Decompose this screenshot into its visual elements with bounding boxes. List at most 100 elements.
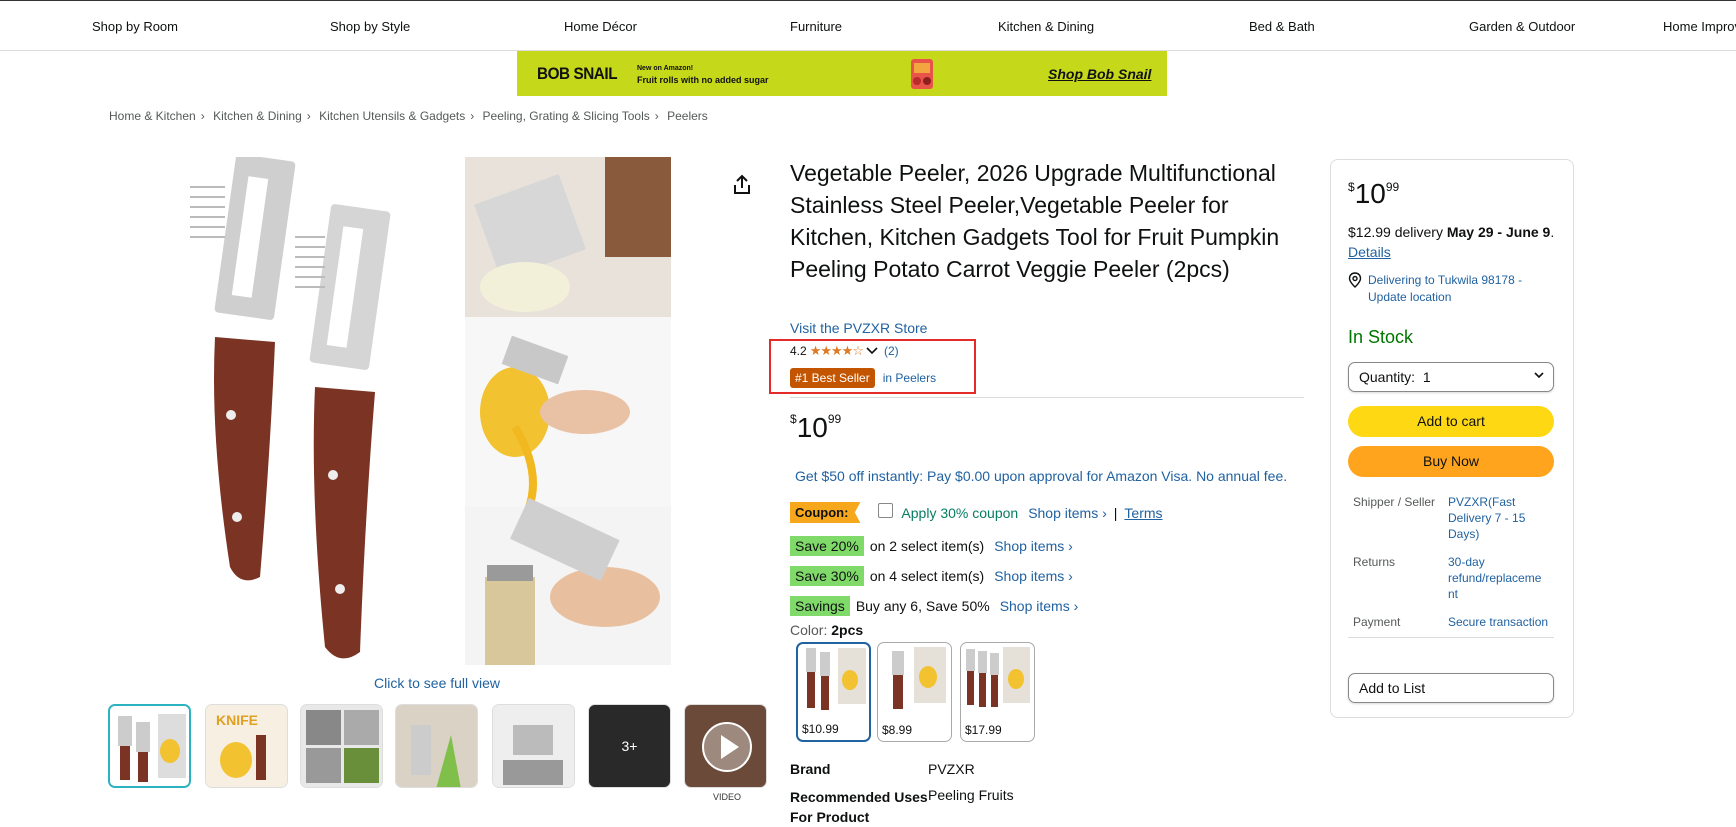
delivery-details-link[interactable]: Details xyxy=(1348,244,1391,260)
breadcrumb-utensils[interactable]: Kitchen Utensils & Gadgets xyxy=(319,109,465,123)
stock-status: In Stock xyxy=(1348,327,1414,347)
shipper-value-link[interactable]: PVZXR(Fast Delivery 7 - 15 Days) xyxy=(1448,494,1553,542)
nav-bed-bath[interactable]: Bed & Bath xyxy=(1249,19,1315,34)
more-images-overlay[interactable]: 3+ xyxy=(589,705,670,787)
nav-shop-by-style[interactable]: Shop by Style xyxy=(330,19,410,34)
breadcrumb: Home & Kitchen › Kitchen & Dining › Kitche… xyxy=(109,109,708,123)
price-whole: 10 xyxy=(796,412,828,443)
coupon-checkbox[interactable] xyxy=(878,503,894,518)
banner-brand-logo: BOB SNAIL xyxy=(537,64,618,83)
video-thumbnail-image xyxy=(685,705,766,787)
savings-shop-items-link[interactable]: Shop items › xyxy=(994,538,1073,554)
nav-shop-by-room[interactable]: Shop by Room xyxy=(92,19,178,34)
shipper-seller-row: Shipper / Seller PVZXR(Fast Delivery 7 -… xyxy=(1353,494,1563,544)
savings-text: on 2 select item(s) xyxy=(869,538,985,554)
spec-value: Peeling Fruits xyxy=(928,787,1014,803)
savings-row-3: Savings Buy any 6, Save 50% Shop items › xyxy=(790,596,1078,616)
thumbnail-6[interactable]: 3+ xyxy=(588,704,671,788)
banner-product-image xyxy=(911,59,933,89)
banner-tagline-2: Fruit rolls with no added sugar xyxy=(637,75,769,85)
swatch-image xyxy=(806,648,866,710)
color-selected: 2pcs xyxy=(831,622,864,638)
swatch-image xyxy=(892,647,946,709)
price-fraction: 99 xyxy=(827,412,842,426)
thumbnail-3-image xyxy=(301,705,382,787)
swatch-price: $8.99 xyxy=(882,723,913,737)
nav-kitchen-dining[interactable]: Kitchen & Dining xyxy=(998,19,1094,34)
video-thumbnail[interactable] xyxy=(684,704,767,788)
product-title: Vegetable Peeler, 2026 Upgrade Multifunc… xyxy=(790,160,1280,282)
returns-key: Returns xyxy=(1353,555,1396,569)
color-option-2pcs[interactable]: $10.99 xyxy=(796,642,871,742)
product-price: $1099 xyxy=(790,412,841,444)
add-to-list-button[interactable]: Add to List xyxy=(1348,673,1554,703)
share-icon[interactable] xyxy=(730,173,754,197)
thumbnail-4-image xyxy=(396,705,477,787)
savings-badge: Save 20% xyxy=(790,536,864,556)
video-label: VIDEO xyxy=(713,792,742,802)
savings-text: on 4 select item(s) xyxy=(869,568,985,584)
swatch-price: $17.99 xyxy=(965,723,1002,737)
nav-furniture[interactable]: Furniture xyxy=(790,19,842,34)
svg-text:KNIFE: KNIFE xyxy=(216,712,258,728)
nav-garden-outdoor[interactable]: Garden & Outdoor xyxy=(1469,19,1575,34)
coupon-terms-link[interactable]: Terms xyxy=(1124,505,1162,521)
quantity-select[interactable]: Quantity: 1 xyxy=(1348,362,1554,392)
buybox-divider xyxy=(1348,637,1554,638)
spec-row-brand: Brand PVZXR xyxy=(790,761,975,777)
banner-tagline-1: New on Amazon! xyxy=(637,65,694,72)
swatch-price: $10.99 xyxy=(802,722,839,736)
spec-key: Recommended Uses For Product xyxy=(790,789,928,825)
delivery-location-text: Delivering to Tukwila 98178 - Update loc… xyxy=(1368,273,1523,304)
buy-box: $1099 $12.99 delivery May 29 - June 9. D… xyxy=(1330,159,1574,718)
thumbnail-1-image xyxy=(110,706,189,786)
store-link[interactable]: Visit the PVZXR Store xyxy=(790,320,927,336)
breadcrumb-peelers[interactable]: Peelers xyxy=(667,109,708,123)
highlight-box xyxy=(769,339,976,394)
thumbnail-5[interactable] xyxy=(492,704,575,788)
color-label: Color: 2pcs xyxy=(790,622,863,638)
location-pin-icon xyxy=(1348,272,1362,288)
savings-row-1: Save 20% on 2 select item(s) Shop items … xyxy=(790,536,1073,556)
thumbnail-2-image: KNIFE xyxy=(206,705,287,787)
price-symbol: $ xyxy=(790,412,797,426)
quantity-value: 1 xyxy=(1422,369,1431,385)
chevron-down-icon xyxy=(1534,372,1544,379)
savings-text: Buy any 6, Save 50% xyxy=(855,598,990,614)
breadcrumb-home-kitchen[interactable]: Home & Kitchen xyxy=(109,109,196,123)
delivery-location-link[interactable]: Delivering to Tukwila 98178 - Update loc… xyxy=(1348,272,1563,306)
returns-value-link[interactable]: 30-day refund/replaceme nt xyxy=(1448,554,1553,602)
thumbnail-3[interactable] xyxy=(300,704,383,788)
color-label-text: Color: xyxy=(790,622,828,638)
returns-row: Returns 30-day refund/replaceme nt xyxy=(1353,554,1563,604)
coupon-separator: | xyxy=(1113,504,1118,521)
savings-shop-items-link[interactable]: Shop items › xyxy=(994,568,1073,584)
coupon-shop-items-link[interactable]: Shop items › xyxy=(1028,505,1107,521)
color-option-3[interactable]: $17.99 xyxy=(960,642,1035,742)
top-nav: Shop by Room Shop by Style Home Décor Fu… xyxy=(0,0,1736,51)
visa-offer-link[interactable]: Get $50 off instantly: Pay $0.00 upon ap… xyxy=(795,468,1287,484)
spec-key: Brand xyxy=(790,761,831,777)
payment-row: Payment Secure transaction xyxy=(1353,614,1563,632)
buybox-price-symbol: $ xyxy=(1348,180,1355,194)
payment-value-link[interactable]: Secure transaction xyxy=(1448,614,1553,630)
thumbnail-2[interactable]: KNIFE xyxy=(205,704,288,788)
full-view-link[interactable]: Click to see full view xyxy=(374,675,500,691)
breadcrumb-peeling-tools[interactable]: Peeling, Grating & Slicing Tools xyxy=(483,109,650,123)
buy-now-button[interactable]: Buy Now xyxy=(1348,446,1554,477)
coupon-row: Coupon: Apply 30% coupon Shop items › | … xyxy=(790,502,1163,523)
nav-home-improvement[interactable]: Home Improv xyxy=(1663,19,1736,34)
nav-home-decor[interactable]: Home Décor xyxy=(564,19,637,34)
sponsored-banner[interactable]: BOB SNAIL New on Amazon! Fruit rolls wit… xyxy=(517,51,1167,96)
breadcrumb-kitchen-dining[interactable]: Kitchen & Dining xyxy=(213,109,302,123)
banner-shop-link[interactable]: Shop Bob Snail xyxy=(1048,66,1151,82)
divider xyxy=(790,397,1304,398)
payment-key: Payment xyxy=(1353,615,1401,629)
add-to-cart-button[interactable]: Add to cart xyxy=(1348,406,1554,437)
savings-shop-items-link[interactable]: Shop items › xyxy=(1000,598,1079,614)
thumbnail-1[interactable] xyxy=(108,704,191,788)
thumbnail-4[interactable] xyxy=(395,704,478,788)
color-option-2[interactable]: $8.99 xyxy=(877,642,952,742)
spec-value: PVZXR xyxy=(928,761,975,777)
main-product-image[interactable] xyxy=(185,157,671,665)
